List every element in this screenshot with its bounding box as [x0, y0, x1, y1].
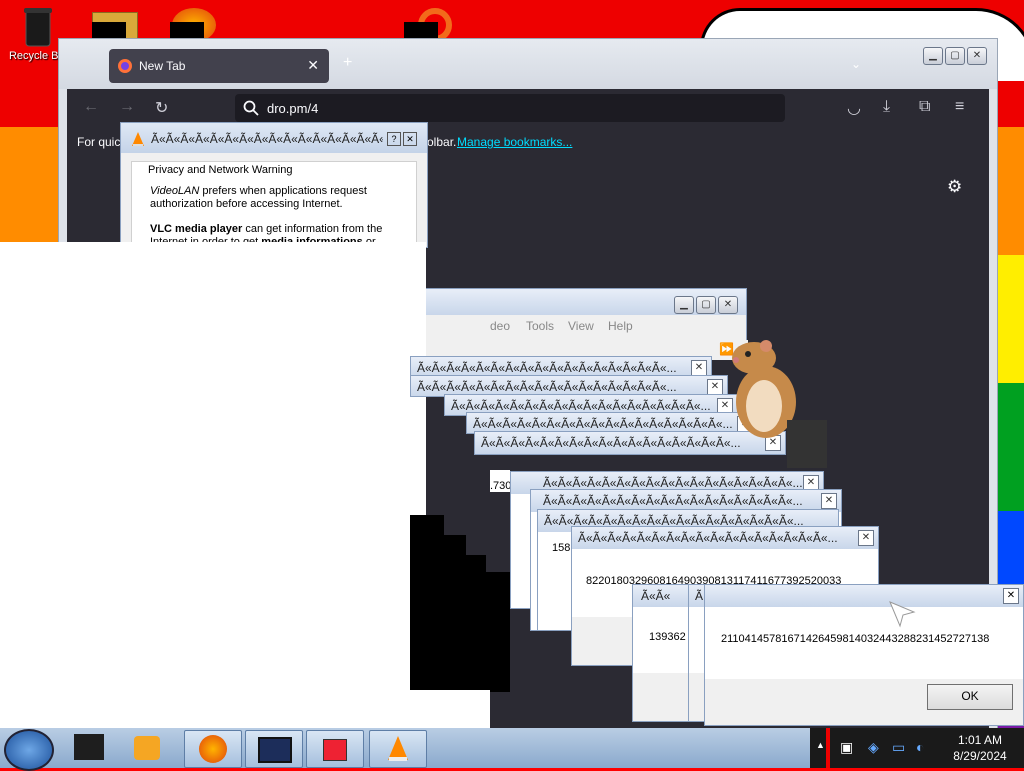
clock-time: 1:01 AM [957, 733, 1003, 747]
window-icon [258, 737, 292, 763]
taskbar-firefox[interactable] [184, 730, 242, 768]
taskbar-window[interactable] [245, 730, 303, 768]
vlc-main-window: ▁ ▢ ✕ deo Tools View Help [426, 288, 747, 342]
window-controls: ▁ ▢ ✕ [921, 47, 987, 65]
dialog-title: Ã«Ã«Ã«Ã«Ã«Ã«Ã«Ã«Ã«Ã«Ã«Ã«Ã«Ã«Ã«Ã«Ã«... [578, 531, 838, 545]
ok-button[interactable]: OK [927, 684, 1013, 710]
url-bar[interactable]: dro.pm/4 [235, 94, 785, 122]
number-fragment: .730 [490, 480, 512, 492]
dialog-title: Ã«Ã«Ã«Ã«Ã«Ã«Ã«Ã«Ã«Ã«Ã«Ã«Ã«Ã«Ã«Ã«Ã«... [451, 399, 711, 413]
bookmarks-hint-text: For quic [77, 135, 121, 149]
firefox-icon [118, 59, 132, 73]
dialog-number: 139362 [649, 631, 686, 643]
close-button[interactable]: ✕ [967, 47, 987, 65]
cursor-icon [889, 601, 916, 628]
dialog-title: Ã«Ã«Ã«Ã«Ã«Ã«Ã«Ã«Ã«Ã«Ã«Ã«Ã«Ã«Ã«Ã«Ã«... [481, 436, 741, 450]
dialog-title: Ã«Ã«Ã«Ã«Ã«Ã«Ã«Ã«Ã«Ã«Ã«Ã«Ã«Ã«Ã«Ã«Ã«... [151, 132, 383, 146]
dialog-titlebar: ✕ [705, 585, 1023, 607]
rendering-glitch-area [410, 690, 490, 728]
close-button[interactable]: ✕ [707, 379, 723, 395]
close-button[interactable]: ✕ [691, 360, 707, 376]
rendering-glitch-area [0, 242, 426, 728]
downloads-icon[interactable]: ⤓ [883, 98, 890, 116]
list-tabs-icon[interactable]: ⌄ [851, 57, 861, 71]
group-title: Privacy and Network Warning [148, 164, 293, 176]
clock-date: 8/29/2024 [953, 749, 1007, 763]
vlc-name-text: VLC media player [150, 223, 243, 235]
message-dialog: ✕ 21104145781671426459814032443288231452… [704, 584, 1024, 726]
dialog-title: Ã«Ã«Ã«Ã«Ã«Ã«Ã«Ã«Ã«Ã«Ã«Ã«Ã«Ã«Ã«Ã«Ã«... [543, 476, 803, 490]
dialog-number: 2110414578167142645981403244328823145272… [721, 633, 990, 645]
manage-bookmarks-link[interactable]: Manage bookmarks... [457, 135, 572, 149]
dialog-title: Ã«Ã«Ã«Ã«Ã«Ã«Ã«Ã«Ã«Ã«Ã«Ã«Ã«Ã«Ã«Ã«Ã«... [417, 380, 677, 394]
system-tray: ▲ ▣ ◈ ▭ ◐ 1:01 AM 8/29/2024 [810, 728, 1024, 768]
close-button[interactable]: ✕ [858, 530, 874, 546]
vlc-cone-icon [388, 736, 408, 761]
back-icon[interactable]: ← [83, 98, 99, 116]
close-button[interactable]: ✕ [1003, 588, 1019, 604]
taskbar: ▲ ▣ ◈ ▭ ◐ 1:01 AM 8/29/2024 [0, 728, 1024, 771]
minimize-button[interactable]: ▁ [923, 47, 943, 65]
help-button[interactable]: ? [387, 132, 401, 146]
glitch-block [410, 572, 510, 692]
forward-icon[interactable]: → [119, 98, 135, 116]
clock[interactable]: 1:01 AM 8/29/2024 [940, 732, 1020, 764]
close-button[interactable]: ✕ [821, 493, 837, 509]
dialog-title: Ã«Ã«Ã«Ã«Ã«Ã«Ã«Ã«Ã«Ã«Ã«Ã«Ã«Ã«Ã«Ã«Ã«... [417, 361, 677, 375]
videolan-text: VideoLAN [150, 185, 200, 197]
new-tab-button[interactable]: + [343, 54, 352, 72]
pocket-icon[interactable]: ◡ [847, 98, 861, 118]
menu-tools[interactable]: Tools [526, 319, 554, 333]
tab-new-tab[interactable]: New Tab ✕ [109, 49, 329, 83]
volume-icon[interactable]: ◐ [916, 739, 924, 755]
taskbar-app[interactable] [306, 730, 364, 768]
close-button[interactable]: ✕ [718, 296, 738, 314]
settings-gear-icon[interactable]: ⚙ [947, 177, 962, 197]
menu-help[interactable]: Help [608, 319, 633, 333]
dialog-title: Ã«Ã«Ã«Ã«Ã«Ã«Ã«Ã«Ã«Ã«Ã«Ã«Ã«Ã«Ã«Ã«Ã«... [543, 494, 803, 508]
maximize-button[interactable]: ▢ [945, 47, 965, 65]
dialog-title: Ã«Ã«Ã«Ã«Ã«Ã«Ã«Ã«Ã«Ã«Ã«Ã«Ã«Ã«Ã«Ã«Ã«... [473, 417, 733, 431]
dialog-title: Ã [695, 589, 704, 603]
network-icon[interactable]: ▭ [892, 739, 905, 756]
privacy-group: Privacy and Network Warning VideoLAN pre… [131, 161, 417, 249]
tab-bar: New Tab ✕ + ⌄ ▁ ▢ ✕ [59, 39, 997, 89]
dark-patch [787, 420, 827, 468]
menu-view[interactable]: View [568, 319, 594, 333]
minimize-button[interactable]: ▁ [674, 296, 694, 314]
tray-app-icon[interactable]: ▣ [840, 739, 853, 756]
bookmarks-hint-text-2: olbar. [427, 135, 457, 149]
dialog-number: 158 [552, 542, 571, 554]
search-icon [243, 100, 259, 116]
vlc-cone-icon [132, 132, 144, 146]
start-button[interactable] [4, 729, 54, 771]
dialog-title: Ã«Ã« [641, 589, 671, 603]
show-hidden-icons[interactable]: ▲ [816, 740, 825, 750]
media-player-icon[interactable] [134, 736, 160, 760]
menu-video[interactable]: deo [490, 319, 510, 333]
close-button[interactable]: ✕ [403, 132, 417, 146]
reload-icon[interactable]: ↻ [155, 98, 168, 118]
taskbar-app-icon[interactable] [74, 734, 104, 760]
tray-shield-icon[interactable]: ◈ [868, 739, 879, 756]
window-controls: ▁ ▢ ✕ [672, 296, 738, 314]
vlc-privacy-dialog: Ã«Ã«Ã«Ã«Ã«Ã«Ã«Ã«Ã«Ã«Ã«Ã«Ã«Ã«Ã«Ã«Ã«... ? … [120, 122, 428, 249]
maximize-button[interactable]: ▢ [696, 296, 716, 314]
app-icon [323, 739, 347, 761]
taskbar-vlc[interactable] [369, 730, 427, 768]
dialog-titlebar: Ã«Ã«Ã«Ã«Ã«Ã«Ã«Ã«Ã«Ã«Ã«Ã«Ã«Ã«Ã«Ã«Ã«... ? … [121, 123, 427, 153]
url-text: dro.pm/4 [267, 101, 319, 116]
menu-icon[interactable]: ≡ [955, 98, 964, 116]
tab-title: New Tab [139, 59, 186, 73]
tab-close-icon[interactable]: ✕ [307, 57, 319, 74]
firefox-icon [199, 735, 227, 763]
extensions-icon[interactable]: ⧉ [919, 98, 930, 116]
